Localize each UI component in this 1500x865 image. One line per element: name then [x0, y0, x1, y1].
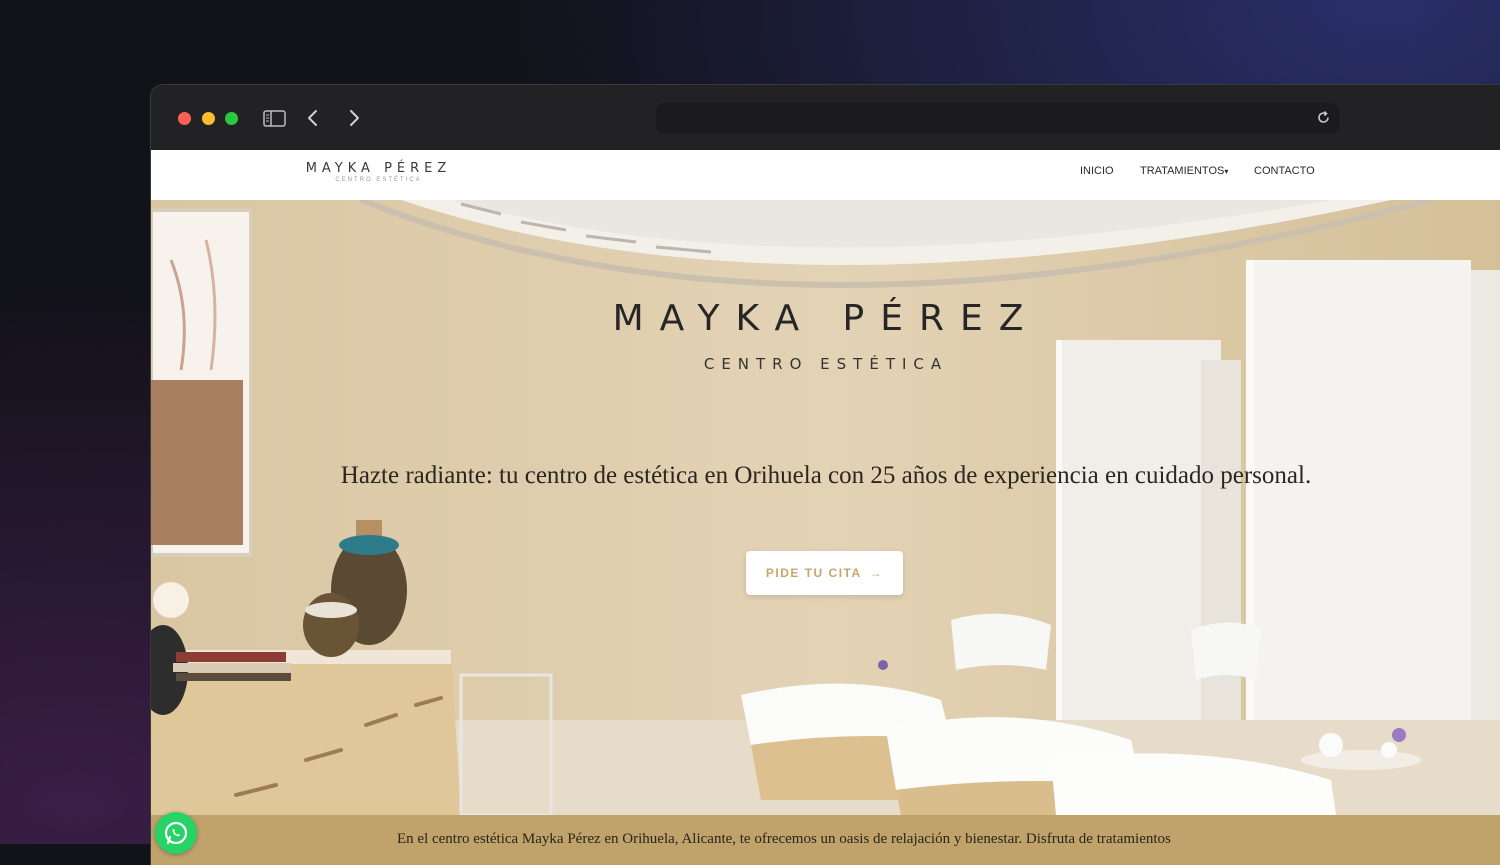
- hero-background-image: [151, 200, 1500, 815]
- hero-subtitle: CENTRO ESTÉTICA: [703, 355, 949, 373]
- logo-tagline: CENTRO ESTÉTICA: [335, 177, 422, 183]
- book-appointment-button[interactable]: PIDE TU CITA →: [746, 551, 903, 595]
- hero-section: MAYKA PÉREZ CENTRO ESTÉTICA Hazte radian…: [151, 200, 1500, 815]
- web-page: MAYKA PÉREZ CENTRO ESTÉTICA INICIO TRATA…: [151, 150, 1500, 865]
- browser-window: MAYKA PÉREZ CENTRO ESTÉTICA INICIO TRATA…: [151, 85, 1500, 865]
- close-window-button[interactable]: [178, 112, 191, 125]
- hero-tagline: Hazte radiante: tu centro de estética en…: [340, 462, 1312, 489]
- nav-contacto[interactable]: CONTACTO: [1254, 165, 1315, 177]
- nav-tratamientos[interactable]: TRATAMIENTOS▾: [1140, 165, 1228, 177]
- whatsapp-icon: [164, 821, 188, 845]
- hero-title: MAYKA PÉREZ: [612, 298, 1040, 339]
- forward-arrow-icon[interactable]: [347, 108, 361, 133]
- back-arrow-icon[interactable]: [306, 108, 320, 133]
- address-bar[interactable]: [656, 103, 1339, 134]
- intro-band: En el centro estética Mayka Pérez en Ori…: [151, 815, 1500, 865]
- whatsapp-button[interactable]: [155, 812, 197, 854]
- chevron-down-icon: ▾: [1224, 167, 1229, 176]
- nav-inicio[interactable]: INICIO: [1080, 165, 1114, 177]
- intro-text: En el centro estética Mayka Pérez en Ori…: [397, 831, 1171, 847]
- logo-name: MAYKA PÉREZ: [305, 161, 452, 176]
- nav-tratamientos-label: TRATAMIENTOS: [1140, 165, 1225, 177]
- minimize-window-button[interactable]: [202, 112, 215, 125]
- site-logo[interactable]: MAYKA PÉREZ CENTRO ESTÉTICA: [301, 161, 456, 183]
- site-header: MAYKA PÉREZ CENTRO ESTÉTICA INICIO TRATA…: [151, 150, 1500, 200]
- sidebar-toggle-icon[interactable]: [263, 110, 286, 132]
- browser-toolbar: [151, 85, 1500, 150]
- maximize-window-button[interactable]: [225, 112, 238, 125]
- book-appointment-label: PIDE TU CITA: [765, 566, 862, 580]
- reload-icon[interactable]: [1316, 110, 1331, 130]
- arrow-right-icon: →: [869, 566, 884, 580]
